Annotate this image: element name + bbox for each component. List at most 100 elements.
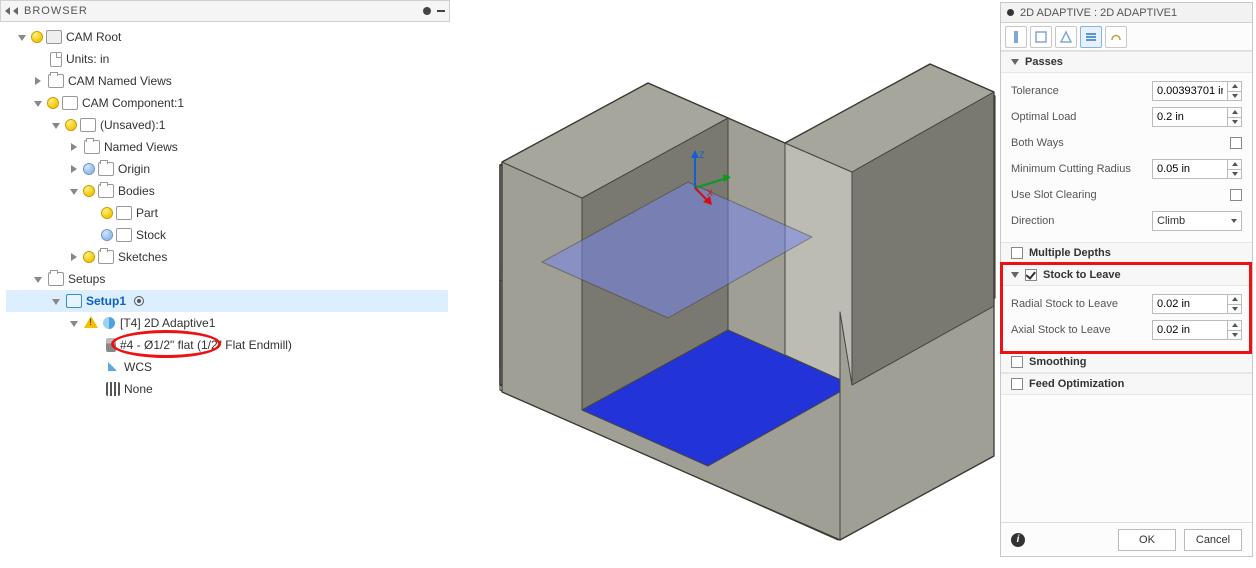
tab-tool[interactable] <box>1005 26 1027 48</box>
tree-item-setup1[interactable]: Setup1 <box>6 290 448 312</box>
tree-item-setups[interactable]: Setups <box>6 268 448 290</box>
tree-label: Part <box>136 206 158 220</box>
tree-label: Units: in <box>66 52 109 66</box>
component-icon <box>80 118 96 132</box>
tree-item-named-views-2[interactable]: Named Views <box>6 136 448 158</box>
tree-label: Origin <box>118 162 150 176</box>
radial-stock-label: Radial Stock to Leave <box>1011 298 1118 310</box>
panel-title: 2D ADAPTIVE : 2D ADAPTIVE1 <box>1020 7 1177 19</box>
tree-label: [T4] 2D Adaptive1 <box>120 316 215 330</box>
tab-passes[interactable] <box>1080 26 1102 48</box>
operation-panel: 2D ADAPTIVE : 2D ADAPTIVE1 Passes <box>1000 2 1253 557</box>
tree-item-sketches[interactable]: Sketches <box>6 246 448 268</box>
expand-icon[interactable] <box>70 189 78 195</box>
tree-item-origin[interactable]: Origin <box>6 158 448 180</box>
tree-item-cam-root[interactable]: CAM Root <box>6 26 448 48</box>
tab-geometry[interactable] <box>1030 26 1052 48</box>
tree-item-2d-adaptive[interactable]: [T4] 2D Adaptive1 <box>6 312 448 334</box>
section-feed-opt-header[interactable]: Feed Optimization <box>1001 373 1252 395</box>
tree-item-none[interactable]: None <box>6 378 448 400</box>
min-cut-radius-input[interactable] <box>1152 159 1228 179</box>
section-multiple-depths-header[interactable]: Multiple Depths <box>1001 242 1252 264</box>
chevron-down-icon <box>1231 219 1237 223</box>
stock-to-leave-checkbox[interactable] <box>1025 269 1037 281</box>
pin-icon[interactable] <box>423 7 431 15</box>
document-icon <box>50 52 62 67</box>
tree-item-part[interactable]: Part <box>6 202 448 224</box>
folder-icon <box>98 184 114 198</box>
tree-label: CAM Root <box>66 30 121 44</box>
section-stock-to-leave-header[interactable]: Stock to Leave <box>1001 264 1252 286</box>
min-cut-radius-label: Minimum Cutting Radius <box>1011 163 1131 175</box>
cancel-button[interactable]: Cancel <box>1184 529 1242 551</box>
tree-item-stock[interactable]: Stock <box>6 224 448 246</box>
info-icon[interactable]: i <box>1011 533 1025 547</box>
slot-clearing-checkbox[interactable] <box>1230 189 1242 201</box>
visibility-icon[interactable] <box>66 120 76 130</box>
spinner[interactable] <box>1228 320 1242 340</box>
collapse-icon[interactable] <box>5 7 10 15</box>
tree-item-wcs[interactable]: WCS <box>6 356 448 378</box>
tolerance-label: Tolerance <box>1011 85 1059 97</box>
section-label: Passes <box>1025 56 1063 68</box>
axial-stock-input[interactable] <box>1152 320 1228 340</box>
feed-opt-checkbox[interactable] <box>1011 378 1023 390</box>
tree-item-component[interactable]: CAM Component:1 <box>6 92 448 114</box>
expand-icon[interactable] <box>52 299 60 305</box>
tab-heights[interactable] <box>1055 26 1077 48</box>
folder-icon <box>98 162 114 176</box>
spinner[interactable] <box>1228 107 1242 127</box>
visibility-icon[interactable] <box>48 98 58 108</box>
folder-icon <box>98 250 114 264</box>
visibility-icon[interactable] <box>84 164 94 174</box>
expand-icon[interactable] <box>35 77 41 85</box>
both-ways-label: Both Ways <box>1011 137 1064 149</box>
tree-item-units[interactable]: Units: in <box>6 48 448 70</box>
tolerance-input[interactable] <box>1152 81 1228 101</box>
expand-icon[interactable] <box>34 277 42 283</box>
tab-linking[interactable] <box>1105 26 1127 48</box>
spinner[interactable] <box>1228 159 1242 179</box>
spinner[interactable] <box>1228 294 1242 314</box>
visibility-icon[interactable] <box>102 230 112 240</box>
tree-item-bodies[interactable]: Bodies <box>6 180 448 202</box>
expand-icon[interactable] <box>18 35 26 41</box>
multiple-depths-checkbox[interactable] <box>1011 247 1023 259</box>
collapse-icon[interactable] <box>13 7 18 15</box>
visibility-icon[interactable] <box>32 32 42 42</box>
browser-tree: CAM Root Units: in CAM Named Views <box>0 22 450 400</box>
tree-item-named-views[interactable]: CAM Named Views <box>6 70 448 92</box>
expand-icon[interactable] <box>70 321 78 327</box>
expand-icon[interactable] <box>71 165 77 173</box>
spinner[interactable] <box>1228 81 1242 101</box>
direction-dropdown[interactable]: Climb <box>1152 211 1242 231</box>
expand-icon[interactable] <box>52 123 60 129</box>
browser-header: BROWSER <box>0 0 450 22</box>
active-radio-icon[interactable] <box>134 296 144 306</box>
tree-item-unsaved[interactable]: (Unsaved):1 <box>6 114 448 136</box>
visibility-icon[interactable] <box>84 252 94 262</box>
radial-stock-input[interactable] <box>1152 294 1228 314</box>
smoothing-checkbox[interactable] <box>1011 356 1023 368</box>
optimal-load-input[interactable] <box>1152 107 1228 127</box>
expand-icon[interactable] <box>34 101 42 107</box>
expand-icon[interactable] <box>71 253 77 261</box>
expand-icon[interactable] <box>71 143 77 151</box>
minimize-icon[interactable] <box>437 10 445 12</box>
ok-button[interactable]: OK <box>1118 529 1176 551</box>
section-stock-to-leave: Radial Stock to Leave Axial Stock to Lea… <box>1001 286 1252 351</box>
section-label: Smoothing <box>1029 356 1086 368</box>
section-label: Multiple Depths <box>1029 247 1111 259</box>
section-passes-header[interactable]: Passes <box>1001 51 1252 73</box>
tree-item-tool[interactable]: #4 - Ø1/2" flat (1/2" Flat Endmill) <box>6 334 448 356</box>
tree-label: Named Views <box>104 140 178 154</box>
component-icon <box>62 96 78 110</box>
both-ways-checkbox[interactable] <box>1230 137 1242 149</box>
visibility-icon[interactable] <box>102 208 112 218</box>
visibility-icon[interactable] <box>84 186 94 196</box>
tree-label: Setup1 <box>86 294 126 308</box>
slot-clearing-label: Use Slot Clearing <box>1011 189 1097 201</box>
folder-icon <box>48 272 64 286</box>
tree-label: CAM Component:1 <box>82 96 184 110</box>
section-smoothing-header[interactable]: Smoothing <box>1001 351 1252 373</box>
